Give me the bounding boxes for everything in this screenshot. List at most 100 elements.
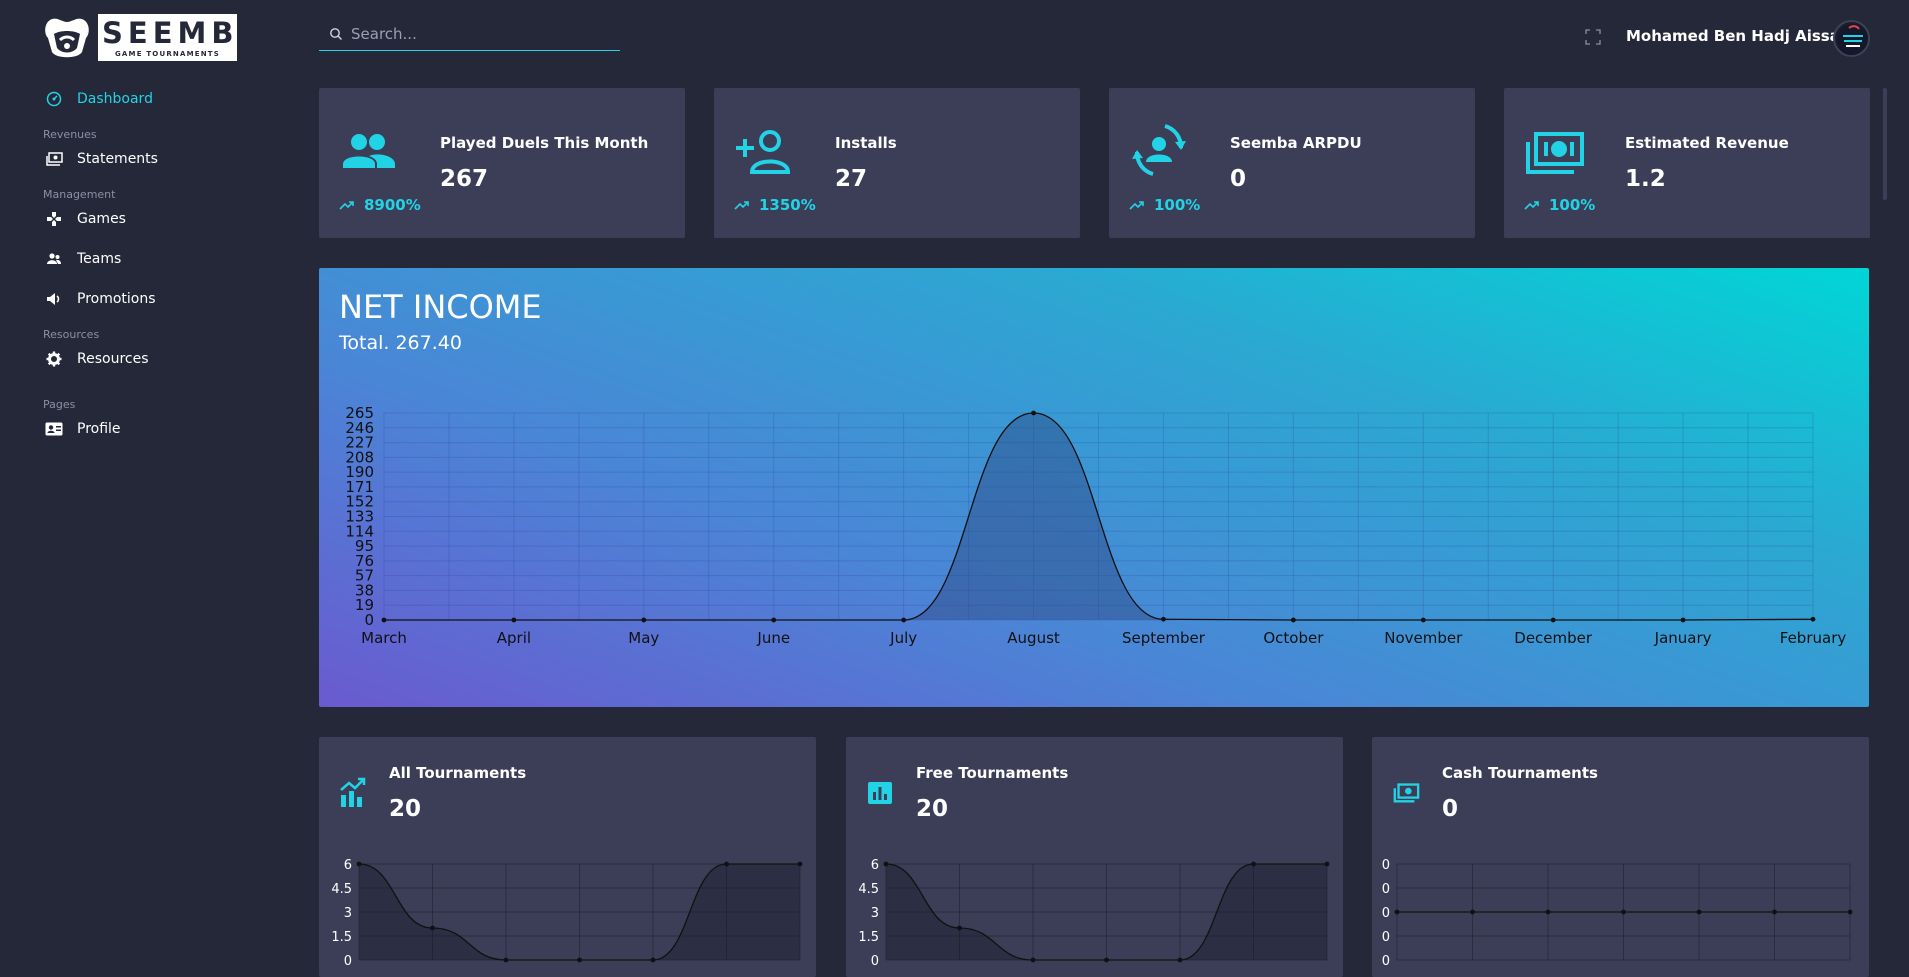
data-point[interactable] <box>1161 616 1166 622</box>
data-point[interactable] <box>1550 617 1556 623</box>
trending-up-icon <box>734 201 749 210</box>
y-tick-label: 3 <box>871 906 879 921</box>
sidebar-item-games[interactable]: Games <box>45 207 126 231</box>
sidebar-item-statements[interactable]: Statements <box>45 147 158 171</box>
sidebar-item-label: Statements <box>77 151 158 167</box>
data-point[interactable] <box>1290 617 1296 623</box>
x-tick-label: July <box>889 629 917 647</box>
data-point[interactable] <box>511 617 517 623</box>
stat-trend: 100% <box>1524 196 1595 214</box>
y-tick-label: 6 <box>871 858 879 873</box>
stat-label: Played Duels This Month <box>440 134 649 152</box>
data-point[interactable] <box>650 957 656 963</box>
sidebar-item-dashboard[interactable]: Dashboard <box>45 87 153 111</box>
data-point[interactable] <box>381 617 387 623</box>
data-point[interactable] <box>1177 957 1183 963</box>
stat-value: 0 <box>1230 166 1247 192</box>
data-point[interactable] <box>1420 617 1426 623</box>
trending-up-icon <box>1524 201 1539 210</box>
gamepad-icon <box>45 210 63 228</box>
sidebar-item-profile[interactable]: Profile <box>45 417 121 441</box>
data-point[interactable] <box>1696 909 1702 915</box>
data-point[interactable] <box>1772 909 1777 915</box>
y-tick-label: 0 <box>1382 906 1390 921</box>
data-point[interactable] <box>797 861 803 867</box>
data-point[interactable] <box>1621 909 1626 915</box>
sidebar-item-label: Promotions <box>77 291 156 307</box>
data-point[interactable] <box>641 617 647 623</box>
data-point[interactable] <box>503 957 509 963</box>
data-point[interactable] <box>724 861 729 867</box>
add-user-icon <box>736 130 791 174</box>
data-point[interactable] <box>1394 909 1400 915</box>
y-tick-label: 0 <box>1382 858 1390 873</box>
data-point[interactable] <box>1324 861 1330 867</box>
tournament-card-cash: Cash Tournaments 0 00000 <box>1372 737 1869 977</box>
sidebar-item-label: Resources <box>77 351 149 367</box>
data-point[interactable] <box>1251 861 1256 867</box>
data-point[interactable] <box>577 957 582 963</box>
data-point[interactable] <box>1030 957 1036 963</box>
x-tick-label: January <box>1654 629 1712 647</box>
teams-icon <box>45 250 63 268</box>
data-point[interactable] <box>1470 909 1475 915</box>
data-point[interactable] <box>883 861 889 867</box>
stat-trend: 8900% <box>339 196 421 214</box>
sidebar-item-promotions[interactable]: Promotions <box>45 287 156 311</box>
y-tick-label: 0 <box>1382 930 1390 945</box>
net-income-panel: NET INCOME Total. 267.40 0 19 38 57 76 95 114 1… <box>319 268 1869 707</box>
y-tick-label: 0 <box>1382 954 1390 969</box>
x-tick-label: December <box>1514 629 1593 647</box>
net-income-chart: 01938577695114133152171190208227246265Ma… <box>345 404 1847 647</box>
data-point[interactable] <box>356 861 362 867</box>
stat-card-played-duels: Played Duels This Month 267 8900% <box>319 88 685 238</box>
x-tick-label: October <box>1263 629 1324 647</box>
x-tick-label: November <box>1384 629 1463 647</box>
data-point[interactable] <box>1104 957 1109 963</box>
y-tick-label: 4.5 <box>331 882 352 897</box>
search-bar[interactable] <box>319 18 620 51</box>
avatar[interactable] <box>1833 20 1870 57</box>
megaphone-icon <box>45 290 63 308</box>
search-icon <box>330 28 342 40</box>
nav-section-management: Management <box>43 188 116 201</box>
data-point[interactable] <box>901 617 907 623</box>
data-point[interactable] <box>1680 617 1686 623</box>
brand-logo[interactable]: SEEMBA GAME TOURNAMENTS SYSTEM <box>42 14 261 68</box>
gear-icon <box>45 350 63 368</box>
y-tick-label: 0 <box>871 954 879 969</box>
x-tick-label: April <box>497 629 531 647</box>
stat-value: 1.2 <box>1625 166 1666 192</box>
data-point[interactable] <box>430 925 435 931</box>
x-tick-label: September <box>1122 629 1206 647</box>
stat-label: Estimated Revenue <box>1625 134 1789 152</box>
stat-trend-value: 1350% <box>759 196 816 214</box>
stat-trend-value: 100% <box>1154 196 1201 214</box>
stat-value: 267 <box>440 166 489 192</box>
dashboard-icon <box>45 90 63 108</box>
sidebar-item-teams[interactable]: Teams <box>45 247 121 271</box>
data-point[interactable] <box>957 925 962 931</box>
stat-trend: 1350% <box>734 196 816 214</box>
data-point[interactable] <box>1031 410 1036 416</box>
data-point[interactable] <box>1847 909 1853 915</box>
scrollbar[interactable] <box>1883 88 1887 200</box>
data-point[interactable] <box>1810 616 1816 622</box>
data-point[interactable] <box>1545 909 1551 915</box>
search-input[interactable] <box>349 24 609 44</box>
fullscreen-icon[interactable] <box>1585 29 1601 45</box>
y-tick-label: 1.5 <box>331 930 352 945</box>
x-tick-label: August <box>1007 629 1060 647</box>
nav-section-revenues: Revenues <box>43 128 97 141</box>
stat-trend-value: 100% <box>1549 196 1596 214</box>
y-tick-label: 3 <box>344 906 352 921</box>
stat-card-installs: Installs 27 1350% <box>714 88 1080 238</box>
x-tick-label: February <box>1780 629 1847 647</box>
user-name[interactable]: Mohamed Ben Hadj Aissa <box>1626 27 1840 45</box>
data-point[interactable] <box>771 617 777 623</box>
cash-tournaments-chart: 0 0 0 0 0 <box>1382 858 1853 969</box>
avatar-image <box>1837 24 1868 55</box>
sidebar-item-resources[interactable]: Resources <box>45 347 149 371</box>
y-tick-label: 1.5 <box>858 930 879 945</box>
y-tick-label: 4.5 <box>858 882 879 897</box>
